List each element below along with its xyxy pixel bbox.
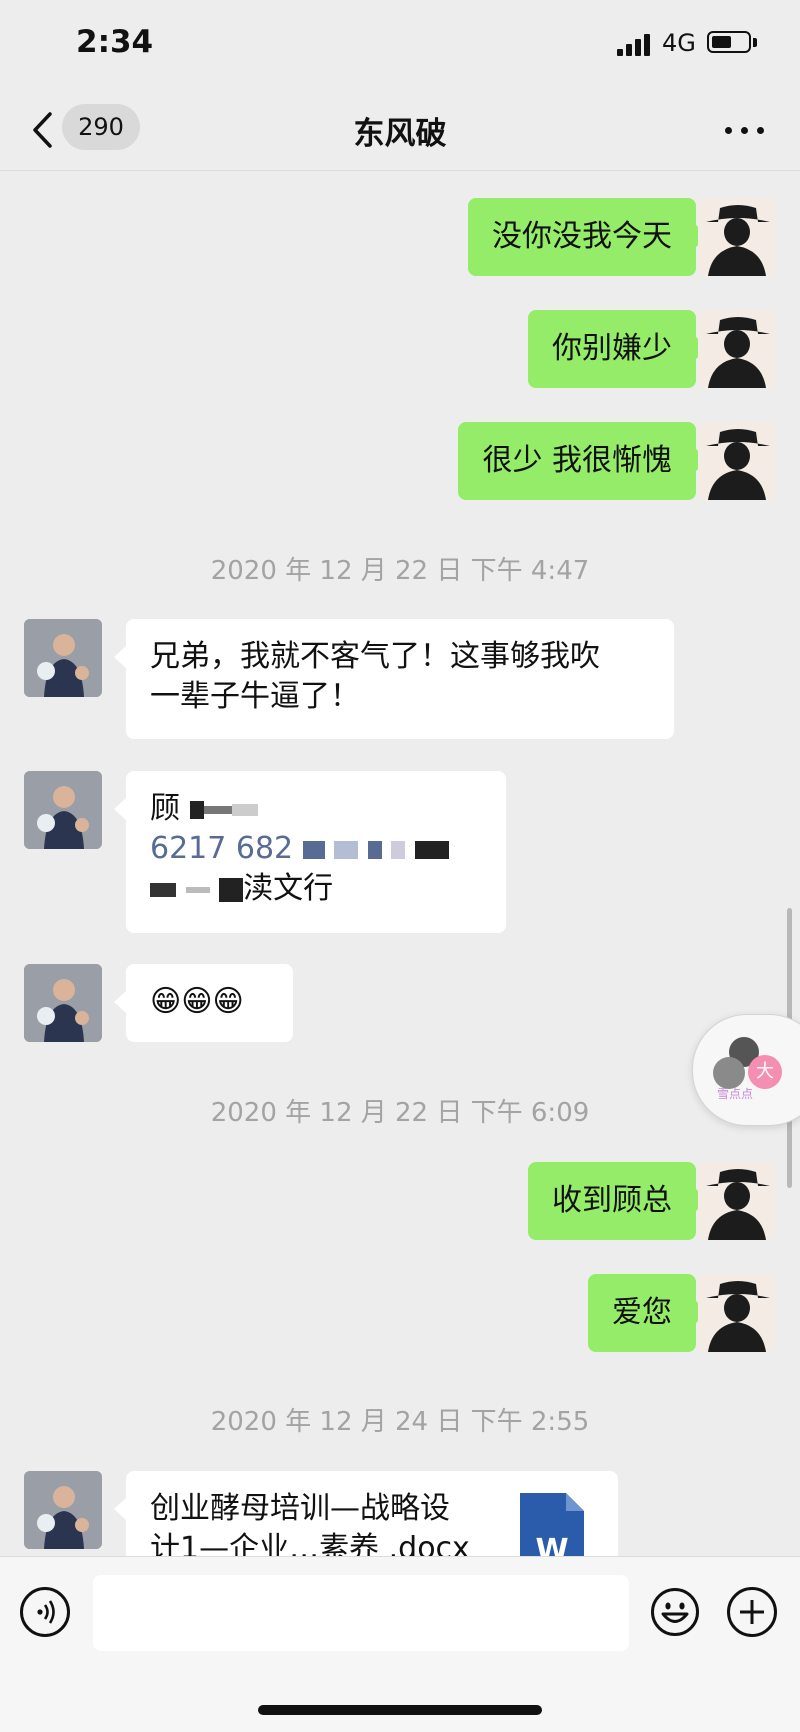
message-bubble[interactable]: 你别嫌少 xyxy=(528,310,708,388)
timestamp: 2020 年 12 月 22 日 下午 6:09 xyxy=(210,1098,590,1128)
message-bubble[interactable]: 没你没我今天 xyxy=(468,198,708,276)
message-bubble[interactable]: 爱您 xyxy=(588,1274,708,1352)
message-list[interactable]: 没你没我今天 你别嫌少 很少 我很惭愧 2020 年 12 月 22 日 下午 … xyxy=(0,171,800,1556)
battery-icon xyxy=(707,31,751,53)
redaction-mosaic xyxy=(185,886,210,893)
message-incoming: 😁😁😁 xyxy=(0,964,800,1044)
redaction-mosaic xyxy=(219,877,244,902)
message-outgoing: 很少 我很惭愧 xyxy=(0,422,800,502)
message-line: 兄弟，我就不客气了！这事够我吹 xyxy=(150,639,600,674)
contact-photo xyxy=(24,964,102,1042)
redaction-mosaic xyxy=(391,840,406,859)
self-avatar[interactable] xyxy=(698,422,776,500)
network-type: 4G xyxy=(662,29,696,57)
emoji-icon[interactable] xyxy=(650,1587,700,1637)
chat-title: 东风破 xyxy=(353,116,447,152)
battery-cap xyxy=(753,38,757,47)
back-chevron-icon[interactable] xyxy=(30,110,60,150)
contact-photo xyxy=(24,771,102,849)
redaction-mosaic xyxy=(203,805,232,814)
self-avatar[interactable] xyxy=(698,198,776,276)
contact-avatar[interactable] xyxy=(24,1471,102,1549)
redaction-mosaic xyxy=(302,840,325,859)
redaction-mosaic xyxy=(189,800,204,819)
unread-count-badge[interactable]: 290 xyxy=(62,104,140,150)
redaction-mosaic xyxy=(334,840,359,859)
redaction-mosaic xyxy=(414,840,449,859)
status-bar: 2:34 4G xyxy=(0,0,800,90)
silhouette-icon xyxy=(706,205,770,276)
input-toolbar xyxy=(0,1556,800,1732)
self-avatar[interactable] xyxy=(698,1162,776,1240)
floating-caption: 雪点点 xyxy=(717,1087,754,1101)
chat-header: 290 东风破 xyxy=(0,90,800,171)
word-file-icon-letter: W xyxy=(535,1533,569,1556)
floating-avatar: 大 xyxy=(748,1055,782,1089)
message-outgoing: 收到顾总 xyxy=(0,1162,800,1242)
plus-icon[interactable] xyxy=(727,1587,777,1637)
silhouette-icon xyxy=(706,317,770,388)
message-line: 顾 xyxy=(150,789,482,829)
emoji-message-bubble[interactable]: 😁😁😁 xyxy=(114,964,293,1042)
redaction-mosaic xyxy=(367,840,382,859)
message-line: 6217 682 xyxy=(150,829,482,869)
file-message-card[interactable]: 创业酵母培训—战略设 计1—企业…素养 .docx W xyxy=(114,1471,618,1556)
self-avatar[interactable] xyxy=(698,1274,776,1352)
contact-avatar[interactable] xyxy=(24,771,102,849)
message-bubble[interactable]: 顾 6217 682 渎文行 xyxy=(114,771,506,933)
home-indicator xyxy=(258,1705,542,1715)
message-outgoing: 你别嫌少 xyxy=(0,310,800,390)
message-outgoing: 没你没我今天 xyxy=(0,198,800,278)
message-bubble[interactable]: 兄弟，我就不客气了！这事够我吹 一辈子牛逼了！ xyxy=(114,619,674,739)
contact-avatar[interactable] xyxy=(24,619,102,697)
message-incoming: 顾 6217 682 渎文行 xyxy=(0,771,800,933)
message-line: 渎文行 xyxy=(150,869,482,909)
voice-icon[interactable] xyxy=(20,1587,70,1637)
self-avatar[interactable] xyxy=(698,310,776,388)
message-outgoing: 爱您 xyxy=(0,1274,800,1354)
battery-level xyxy=(712,36,731,48)
message-incoming: 兄弟，我就不客气了！这事够我吹 一辈子牛逼了！ xyxy=(0,619,800,741)
timestamp: 2020 年 12 月 24 日 下午 2:55 xyxy=(210,1407,590,1437)
contact-avatar[interactable] xyxy=(24,964,102,1042)
signal-icon xyxy=(617,34,653,56)
status-time: 2:34 xyxy=(76,24,154,60)
timestamp: 2020 年 12 月 22 日 下午 4:47 xyxy=(210,556,590,586)
message-bubble[interactable]: 很少 我很惭愧 xyxy=(458,422,708,500)
contact-photo xyxy=(24,619,102,697)
silhouette-icon xyxy=(706,1281,770,1352)
message-input[interactable] xyxy=(93,1575,629,1651)
more-dots-icon[interactable] xyxy=(725,123,765,137)
redaction-mosaic xyxy=(150,882,176,897)
word-file-icon: W xyxy=(520,1493,584,1556)
silhouette-icon xyxy=(706,1169,770,1240)
redaction-mosaic xyxy=(231,803,258,816)
message-incoming-file: 创业酵母培训—战略设 计1—企业…素养 .docx W xyxy=(0,1471,800,1556)
contact-photo xyxy=(24,1471,102,1549)
silhouette-icon xyxy=(706,429,770,500)
message-bubble[interactable]: 收到顾总 xyxy=(528,1162,708,1240)
message-line: 一辈子牛逼了！ xyxy=(150,679,360,714)
card-number-link[interactable]: 6217 682 xyxy=(150,831,293,866)
floating-window-bubble[interactable]: 大 雪点点 xyxy=(692,1014,800,1126)
